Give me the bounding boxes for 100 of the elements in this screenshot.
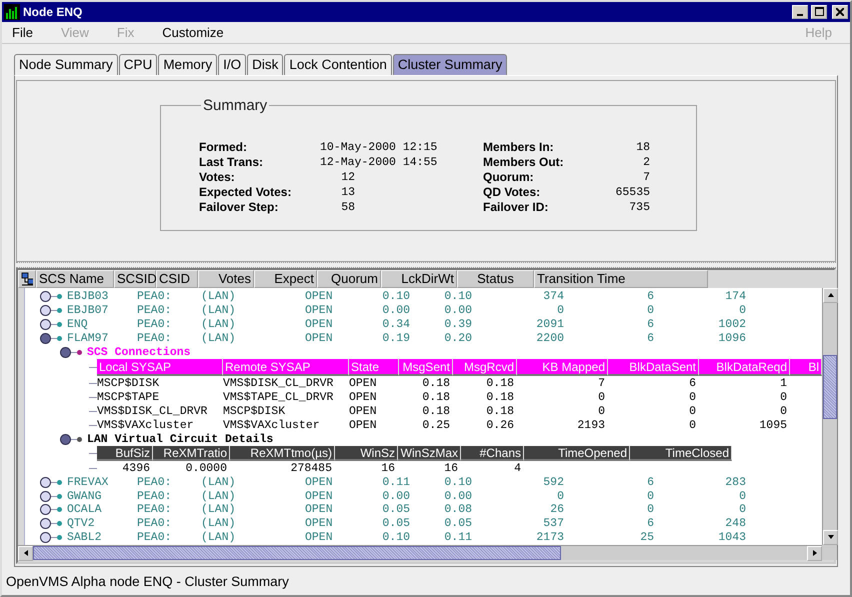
close-button[interactable] [832,4,848,19]
tab[interactable]: Cluster Summary [392,54,508,75]
node-name[interactable]: OCALA [67,503,137,516]
tab[interactable]: CPU [118,54,158,75]
group-icon [77,350,82,355]
table-cell-text: 0.20 [443,332,472,346]
minimize-button[interactable] [792,4,808,19]
table-cell-text: PEA0: [137,503,173,516]
table-cell-text: 0.05 [381,503,410,516]
table-cell-text: 0.00 [381,304,410,318]
table-cell-text: 6 [646,332,654,346]
column-header[interactable]: ReXMTtmo(µs) [230,446,335,462]
tab[interactable]: Lock Contention [284,54,392,75]
column-header[interactable] [18,270,36,288]
scrollbar-thumb[interactable] [823,354,837,419]
menu-item[interactable]: Customize [162,24,224,40]
column-header[interactable]: TimeOpened [524,446,630,462]
column-header[interactable]: Votes [198,270,254,288]
node-icon [57,494,62,498]
network-icon [21,272,33,286]
table-cell-text: 0.18 [421,376,451,390]
node-name[interactable]: EBJB07 [67,304,137,318]
field-value: 735 [628,200,650,214]
table-cell-text: OPEN [305,332,334,346]
scroll-up-button[interactable] [823,288,838,303]
column-header[interactable]: Status [457,270,534,288]
table-cell-text: 2091 [535,318,564,332]
expand-toggle[interactable] [40,476,51,488]
table-cell-text: PEA0: [137,531,173,544]
table-cell-text: OPEN [349,390,378,404]
column-header[interactable]: Transition Time [534,270,708,288]
expand-toggle[interactable] [40,490,51,502]
node-name[interactable]: ENQ [67,318,137,332]
tab[interactable]: Node Summary [14,54,118,75]
table-cell-text: 16 [380,462,396,475]
column-header[interactable]: LckDirWt [381,270,457,288]
menu-item[interactable]: File [12,24,33,40]
scrollbar-thumb[interactable] [33,546,561,560]
column-header[interactable]: ReXMTratio [153,446,230,462]
node-icon [57,507,62,512]
table-cell-text: (LAN) [201,503,237,516]
node-name[interactable]: QTV2 [67,517,137,530]
expand-toggle[interactable] [40,532,51,544]
scroll-right-button[interactable] [807,546,822,561]
field-value: 18 [635,140,650,154]
column-header[interactable]: Quorum [317,270,381,288]
table-cell-text: MSCP$DISK [223,404,286,418]
table-cell-text: 0 [597,404,606,418]
node-name[interactable]: GWANG [67,490,137,502]
table-cell-text: 0.10 [443,476,472,489]
table-cell-text: 0.00 [381,490,410,502]
column-header[interactable]: TimeClosed [630,446,732,462]
column-header[interactable]: BufSiz [97,446,153,462]
scroll-down-button[interactable] [823,530,838,545]
column-header[interactable]: SCSID [114,270,156,288]
maximize-button[interactable] [811,4,827,19]
table-cell-text: OPEN [305,517,334,530]
node-name[interactable]: FREVAX [67,476,137,489]
field-label: Quorum: [483,170,535,184]
tab[interactable]: I/O [218,54,246,75]
tab[interactable]: Disk [247,54,284,75]
expand-toggle[interactable] [40,333,51,344]
expand-toggle[interactable] [40,319,51,330]
table-cell-text: 0.10 [381,531,410,544]
table-cell-text: 0.10 [443,290,472,304]
table-cell-text: 25 [639,531,654,544]
table-cell-text: (LAN) [201,318,237,332]
group-label[interactable]: LAN Virtual Circuit Details [87,432,274,446]
table-cell-text: 0 [556,490,564,502]
column-header[interactable]: Expect [254,270,317,288]
table-cell-text: 2173 [535,531,564,544]
expand-toggle[interactable] [40,291,51,302]
column-header[interactable]: WinSzMax [398,446,461,462]
field-value: 65535 [614,186,650,199]
expand-toggle[interactable] [60,347,71,358]
node-name[interactable]: FLAM97 [67,332,137,346]
table-cell-text: 0.18 [485,376,515,390]
table-cell-text: VMS$VAXcluster [97,418,195,432]
node-name[interactable]: EBJB03 [67,290,137,304]
column-header[interactable]: CSID [156,270,198,288]
table-cell-text: PEA0: [137,332,173,346]
table-cell-text: (LAN) [201,290,237,304]
column-header[interactable]: #Chans [461,446,524,462]
expand-toggle[interactable] [40,305,51,316]
expand-toggle[interactable] [40,518,51,530]
table-cell-text: (LAN) [201,517,237,530]
column-header[interactable]: WinSz [335,446,398,462]
horizontal-scrollbar[interactable] [18,544,822,560]
table-cell-text: MSCP$DISK [97,376,160,390]
column-header[interactable]: SCS Name [36,270,114,288]
expand-toggle[interactable] [40,504,51,516]
expand-toggle[interactable] [60,434,71,445]
scroll-left-button[interactable] [18,546,33,561]
table-cell-text: 0.11 [381,476,410,489]
field-value: 12 [340,170,355,184]
node-name[interactable]: SABL2 [67,531,137,544]
table-cell-text: 592 [542,476,564,489]
field-value: 58 [340,200,355,214]
vertical-scrollbar[interactable] [822,288,837,545]
tab[interactable]: Memory [158,54,218,75]
